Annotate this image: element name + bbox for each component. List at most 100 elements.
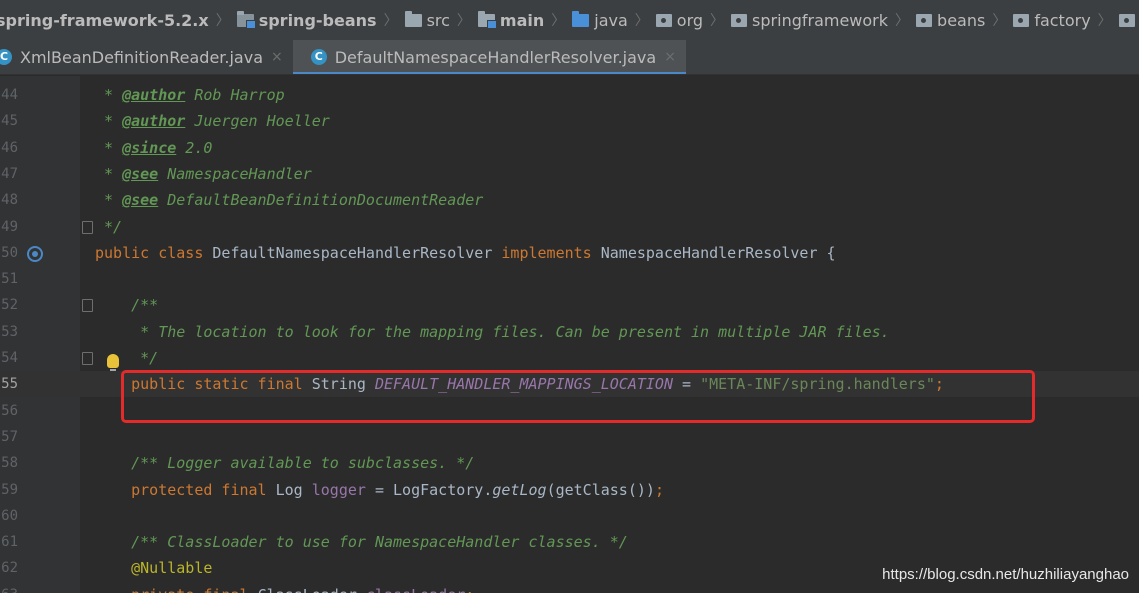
code-token: Juergen Hoeller: [185, 112, 330, 130]
line-number: 47: [1, 166, 18, 182]
code-token: /** ClassLoader to use for NamespaceHand…: [95, 533, 628, 551]
code-line[interactable]: 44 * @author Rob Harrop: [0, 82, 1139, 108]
code-line[interactable]: 61 /** ClassLoader to use for NamespaceH…: [0, 529, 1139, 555]
breadcrumb-item-spring-beans[interactable]: spring-beans: [235, 0, 379, 40]
code-text: private final ClassLoader classLoader;: [95, 582, 474, 593]
breadcrumb-label: spring-beans: [258, 10, 377, 30]
close-tab-icon[interactable]: ×: [664, 49, 676, 65]
code-text: * @see NamespaceHandler: [95, 161, 312, 187]
fold-marker-icon[interactable]: [82, 299, 93, 312]
breadcrumb-item-main[interactable]: main: [476, 0, 546, 40]
breadcrumb-item-xml[interactable]: xml: [1117, 0, 1139, 40]
code-line[interactable]: 59 protected final Log logger = LogFacto…: [0, 477, 1139, 503]
breadcrumb-label: java: [594, 10, 628, 30]
code-token: (getClass()): [546, 481, 655, 499]
code-line[interactable]: 51: [0, 266, 1139, 292]
breadcrumb-item-springframework[interactable]: springframework: [729, 0, 890, 40]
code-token: *: [95, 86, 123, 104]
line-number: 46: [1, 140, 18, 156]
breadcrumb-item-spring-framework-5-2-x[interactable]: spring-framework-5.2.x: [0, 0, 211, 40]
code-token: 2.0: [176, 139, 213, 157]
code-line[interactable]: 63 private final ClassLoader classLoader…: [0, 582, 1139, 593]
breadcrumb-item-src[interactable]: src: [403, 0, 452, 40]
code-token: @author: [122, 86, 186, 104]
code-token: Rob Harrop: [185, 86, 285, 104]
fold-marker-icon[interactable]: [82, 221, 93, 234]
code-text: @Nullable: [95, 555, 212, 581]
code-line[interactable]: 60: [0, 503, 1139, 529]
code-token: private final: [95, 586, 258, 593]
close-tab-icon[interactable]: ×: [271, 49, 283, 65]
code-text: * @since 2.0: [95, 135, 212, 161]
code-line[interactable]: 45 * @author Juergen Hoeller: [0, 108, 1139, 134]
code-line[interactable]: 47 * @see NamespaceHandler: [0, 161, 1139, 187]
breadcrumb-item-beans[interactable]: beans: [914, 0, 987, 40]
code-token: implements: [501, 244, 601, 262]
breadcrumb-item-factory[interactable]: factory: [1011, 0, 1092, 40]
breadcrumb-separator-icon: 〉: [710, 13, 725, 29]
code-token: */: [95, 349, 159, 367]
breadcrumb-separator-icon: 〉: [634, 13, 649, 29]
package-icon: [1013, 13, 1030, 27]
code-token: *: [95, 112, 123, 130]
code-token: public class: [95, 244, 213, 262]
line-number: 60: [1, 508, 18, 524]
breadcrumb-separator-icon: 〉: [383, 13, 398, 29]
line-number: 55: [1, 376, 18, 392]
tab-label: XmlBeanDefinitionReader.java: [20, 47, 263, 67]
code-text: * @see DefaultBeanDefinitionDocumentRead…: [95, 187, 483, 213]
code-token: ;: [654, 481, 664, 499]
code-line[interactable]: 58 /** Logger available to subclasses. *…: [0, 450, 1139, 476]
code-text: /**: [95, 292, 158, 318]
line-number: 62: [1, 560, 18, 576]
code-line[interactable]: 46 * @since 2.0: [0, 135, 1139, 161]
breadcrumb-item-org[interactable]: org: [654, 0, 705, 40]
code-line[interactable]: 54 */: [0, 345, 1139, 372]
line-number: 53: [1, 324, 18, 340]
code-line[interactable]: 57: [0, 424, 1139, 450]
code-line[interactable]: 48 * @see DefaultBeanDefinitionDocumentR…: [0, 187, 1139, 213]
line-number: 51: [1, 271, 18, 287]
package-icon: [916, 13, 933, 27]
breadcrumb-separator-icon: 〉: [456, 13, 471, 29]
code-token: = LogFactory.: [365, 481, 493, 499]
source-folder-icon: [477, 10, 497, 29]
code-token: ;: [465, 586, 474, 593]
tab-defaultnamespacehandlerresolver-java[interactable]: C DefaultNamespaceHandlerResolver.java ×: [292, 40, 687, 74]
code-token: *: [95, 139, 123, 157]
breadcrumb-separator-icon: 〉: [215, 13, 230, 29]
line-number: 50: [1, 245, 18, 261]
breadcrumb-separator-icon: 〉: [895, 13, 910, 29]
breadcrumb-label: beans: [937, 10, 986, 30]
line-number: 57: [1, 429, 18, 445]
breadcrumb-item-java[interactable]: java: [570, 0, 630, 40]
code-line[interactable]: 53 * The location to look for the mappin…: [0, 319, 1139, 345]
code-line[interactable]: 50 public class DefaultNamespaceHandlerRe…: [0, 240, 1139, 266]
code-text: * The location to look for the mapping f…: [95, 319, 890, 345]
breadcrumb-label: src: [426, 10, 450, 30]
breadcrumb-separator-icon: 〉: [1097, 13, 1112, 29]
code-token: @see: [122, 165, 159, 183]
code-line[interactable]: 52 /**: [0, 292, 1139, 318]
package-icon: [1118, 13, 1135, 27]
module-folder-icon: [236, 10, 256, 29]
watermark-url: https://blog.csdn.net/huzhiliayanghao: [882, 566, 1129, 583]
code-token: * The location to look for the mapping f…: [95, 323, 890, 341]
breadcrumb-label: spring-framework-5.2.x: [0, 10, 209, 30]
code-editor[interactable]: 44 * @author Rob Harrop 45 * @author Juer…: [0, 76, 1139, 593]
code-token: Log: [275, 481, 312, 499]
line-number: 52: [1, 297, 18, 313]
code-token: NamespaceHandlerResolver {: [600, 244, 836, 262]
java-class-icon: C: [0, 49, 12, 65]
red-highlight-box: [121, 370, 1035, 423]
fold-marker-icon[interactable]: [82, 352, 93, 365]
code-token: ClassLoader: [258, 586, 366, 593]
code-line[interactable]: 49 */: [0, 214, 1139, 240]
breadcrumb-label: main: [499, 10, 545, 30]
implementation-marker-icon[interactable]: [27, 246, 43, 262]
code-token: /**: [95, 296, 159, 314]
code-text: /** ClassLoader to use for NamespaceHand…: [95, 529, 628, 555]
tab-xmlbeandefinitionreader-java[interactable]: C XmlBeanDefinitionReader.java ×: [0, 40, 293, 74]
line-number: 63: [0, 582, 18, 593]
code-token: classLoader: [366, 586, 465, 593]
